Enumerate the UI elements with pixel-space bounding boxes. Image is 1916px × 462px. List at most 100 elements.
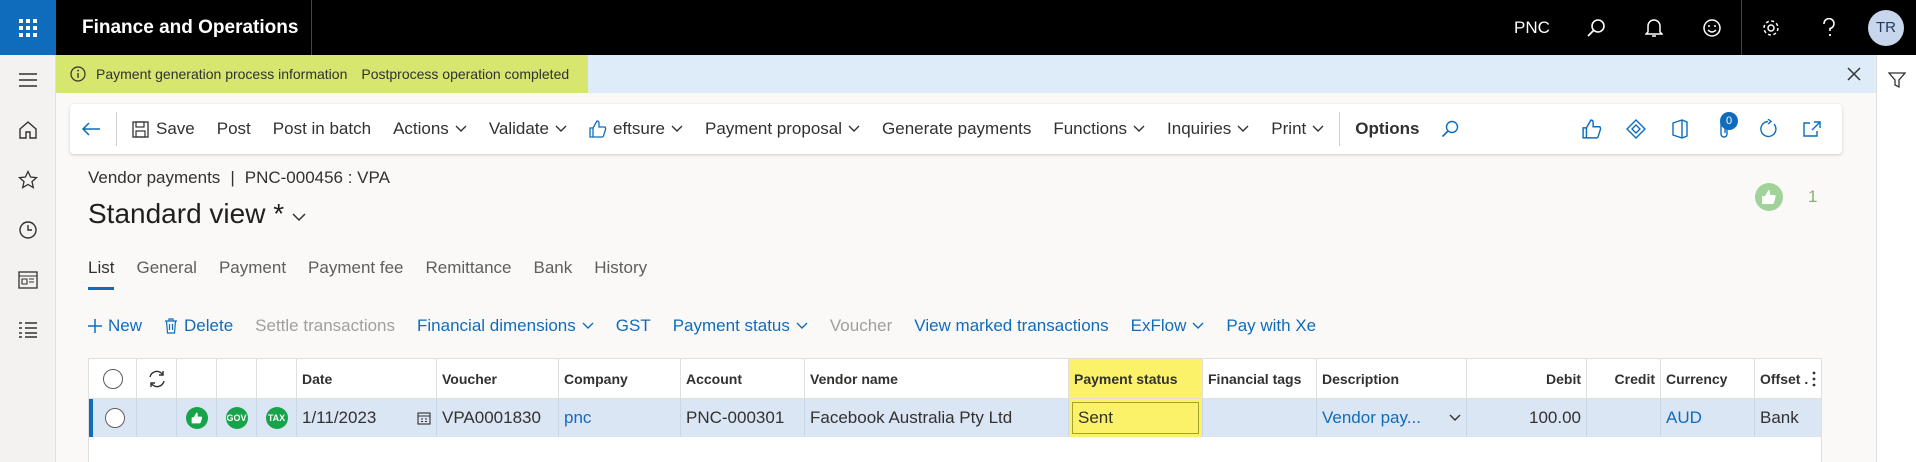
row-select-radio[interactable] (93, 399, 137, 437)
row-vendor-name[interactable]: Facebook Australia Pty Ltd (805, 399, 1069, 437)
table-row[interactable]: GOV TAX 1/11/2023 VPA0001830 pnc PNC-000… (89, 399, 1821, 437)
column-description[interactable]: Description (1317, 359, 1467, 398)
row-blank-cell (137, 399, 177, 437)
help-button[interactable] (1800, 0, 1858, 55)
column-financial-tags[interactable]: Financial tags (1203, 359, 1317, 398)
row-gov-cell[interactable]: GOV (217, 399, 257, 437)
filter-button[interactable] (1877, 55, 1916, 105)
inquiries-menu[interactable]: Inquiries (1156, 104, 1260, 154)
row-debit[interactable]: 100.00 (1467, 399, 1587, 437)
eftsure-status[interactable]: 1 (1754, 182, 1817, 212)
tab-remittance[interactable]: Remittance (426, 258, 512, 290)
favorites-button[interactable] (0, 155, 56, 205)
home-button[interactable] (0, 105, 56, 155)
functions-menu[interactable]: Functions (1042, 104, 1156, 154)
save-button[interactable]: Save (121, 104, 206, 154)
settings-button[interactable] (1742, 0, 1800, 55)
calendar-icon[interactable] (417, 411, 431, 425)
close-message-button[interactable] (1844, 64, 1864, 84)
row-account[interactable]: PNC-000301 (681, 399, 805, 437)
column-currency[interactable]: Currency (1661, 359, 1755, 398)
search-button[interactable] (1567, 0, 1625, 55)
power-apps-button[interactable] (1614, 104, 1658, 154)
post-button[interactable]: Post (206, 104, 262, 154)
payment-proposal-menu[interactable]: Payment proposal (694, 104, 871, 154)
tab-bank[interactable]: Bank (533, 258, 572, 290)
column-company[interactable]: Company (559, 359, 681, 398)
back-button[interactable] (70, 104, 112, 154)
navigation-rail (0, 55, 56, 462)
column-payment-status[interactable]: Payment status (1069, 359, 1203, 398)
select-all-checkbox[interactable] (89, 359, 137, 398)
tab-list[interactable]: List (88, 258, 115, 290)
generate-payments-button[interactable]: Generate payments (871, 104, 1042, 154)
view-marked-transactions-button[interactable]: View marked transactions (914, 316, 1108, 336)
column-vendor-name[interactable]: Vendor name (805, 359, 1069, 398)
sync-icon (148, 370, 165, 387)
options-tab[interactable]: Options (1344, 104, 1430, 154)
notifications-button[interactable] (1625, 0, 1683, 55)
settle-transactions-button[interactable]: Settle transactions (255, 316, 395, 336)
modules-button[interactable] (0, 305, 56, 355)
print-menu[interactable]: Print (1260, 104, 1335, 154)
refresh-button[interactable] (1746, 104, 1790, 154)
office-button[interactable] (1658, 104, 1702, 154)
breadcrumb-record: PNC-000456 : VPA (244, 168, 390, 187)
eftsure-verify-button[interactable] (1570, 104, 1614, 154)
validate-menu[interactable]: Validate (478, 104, 578, 154)
row-currency-link[interactable]: AUD (1661, 399, 1755, 437)
breadcrumb-module[interactable]: Vendor payments (88, 168, 220, 187)
row-payment-status-cell[interactable]: Sent (1069, 399, 1203, 437)
column-account[interactable]: Account (681, 359, 805, 398)
tab-payment-fee[interactable]: Payment fee (308, 258, 403, 290)
app-launcher-button[interactable] (0, 0, 56, 55)
gst-button[interactable]: GST (616, 316, 651, 336)
action-search-button[interactable] (1430, 104, 1470, 154)
avatar[interactable]: TR (1868, 9, 1904, 46)
app-title[interactable]: Finance and Operations (56, 0, 312, 55)
view-selector[interactable]: Standard view * (88, 198, 306, 230)
row-eftsure-cell[interactable] (177, 399, 217, 437)
actions-menu[interactable]: Actions (382, 104, 478, 154)
column-credit[interactable]: Credit (1587, 359, 1661, 398)
column-date[interactable]: Date (297, 359, 437, 398)
chevron-down-icon (582, 322, 594, 329)
voucher-button[interactable]: Voucher (830, 316, 892, 336)
more-vertical-icon[interactable] (1812, 371, 1816, 387)
row-voucher[interactable]: VPA0001830 (437, 399, 559, 437)
hamburger-menu-button[interactable] (0, 55, 56, 105)
row-financial-tags[interactable] (1203, 399, 1317, 437)
workspaces-button[interactable] (0, 255, 56, 305)
row-company-link[interactable]: pnc (559, 399, 681, 437)
feedback-button[interactable] (1683, 0, 1741, 55)
tab-payment[interactable]: Payment (219, 258, 286, 290)
column-voucher[interactable]: Voucher (437, 359, 559, 398)
thumbs-up-circle-icon (1755, 183, 1783, 211)
recent-button[interactable] (0, 205, 56, 255)
financial-dimensions-menu[interactable]: Financial dimensions (417, 316, 594, 336)
open-new-window-button[interactable] (1790, 104, 1834, 154)
row-tax-cell[interactable]: TAX (257, 399, 297, 437)
chevron-down-icon[interactable] (1449, 414, 1461, 422)
payment-status-menu[interactable]: Payment status (673, 316, 808, 336)
column-offset[interactable]: Offset . (1755, 359, 1821, 398)
row-date-cell[interactable]: 1/11/2023 (297, 399, 437, 437)
new-button[interactable]: New (88, 316, 142, 336)
column-debit[interactable]: Debit (1467, 359, 1587, 398)
tab-history[interactable]: History (594, 258, 647, 290)
refresh-column-button[interactable] (137, 359, 177, 398)
row-credit[interactable] (1587, 399, 1661, 437)
row-description-cell[interactable]: Vendor pay... (1317, 399, 1467, 437)
pay-with-xe-button[interactable]: Pay with Xe (1226, 316, 1316, 336)
column-offset-label: Offset . (1760, 370, 1809, 387)
company-picker[interactable]: PNC (1497, 18, 1567, 38)
attachments-button[interactable]: 0 (1702, 104, 1746, 154)
info-text: Postprocess operation completed (361, 66, 570, 82)
delete-button[interactable]: Delete (164, 316, 233, 336)
post-in-batch-button[interactable]: Post in batch (262, 104, 382, 154)
row-offset[interactable]: Bank (1755, 399, 1821, 437)
chevron-down-icon (555, 125, 567, 132)
tab-general[interactable]: General (136, 258, 196, 290)
exflow-menu[interactable]: ExFlow (1131, 316, 1205, 336)
eftsure-menu[interactable]: eftsure (578, 104, 694, 154)
